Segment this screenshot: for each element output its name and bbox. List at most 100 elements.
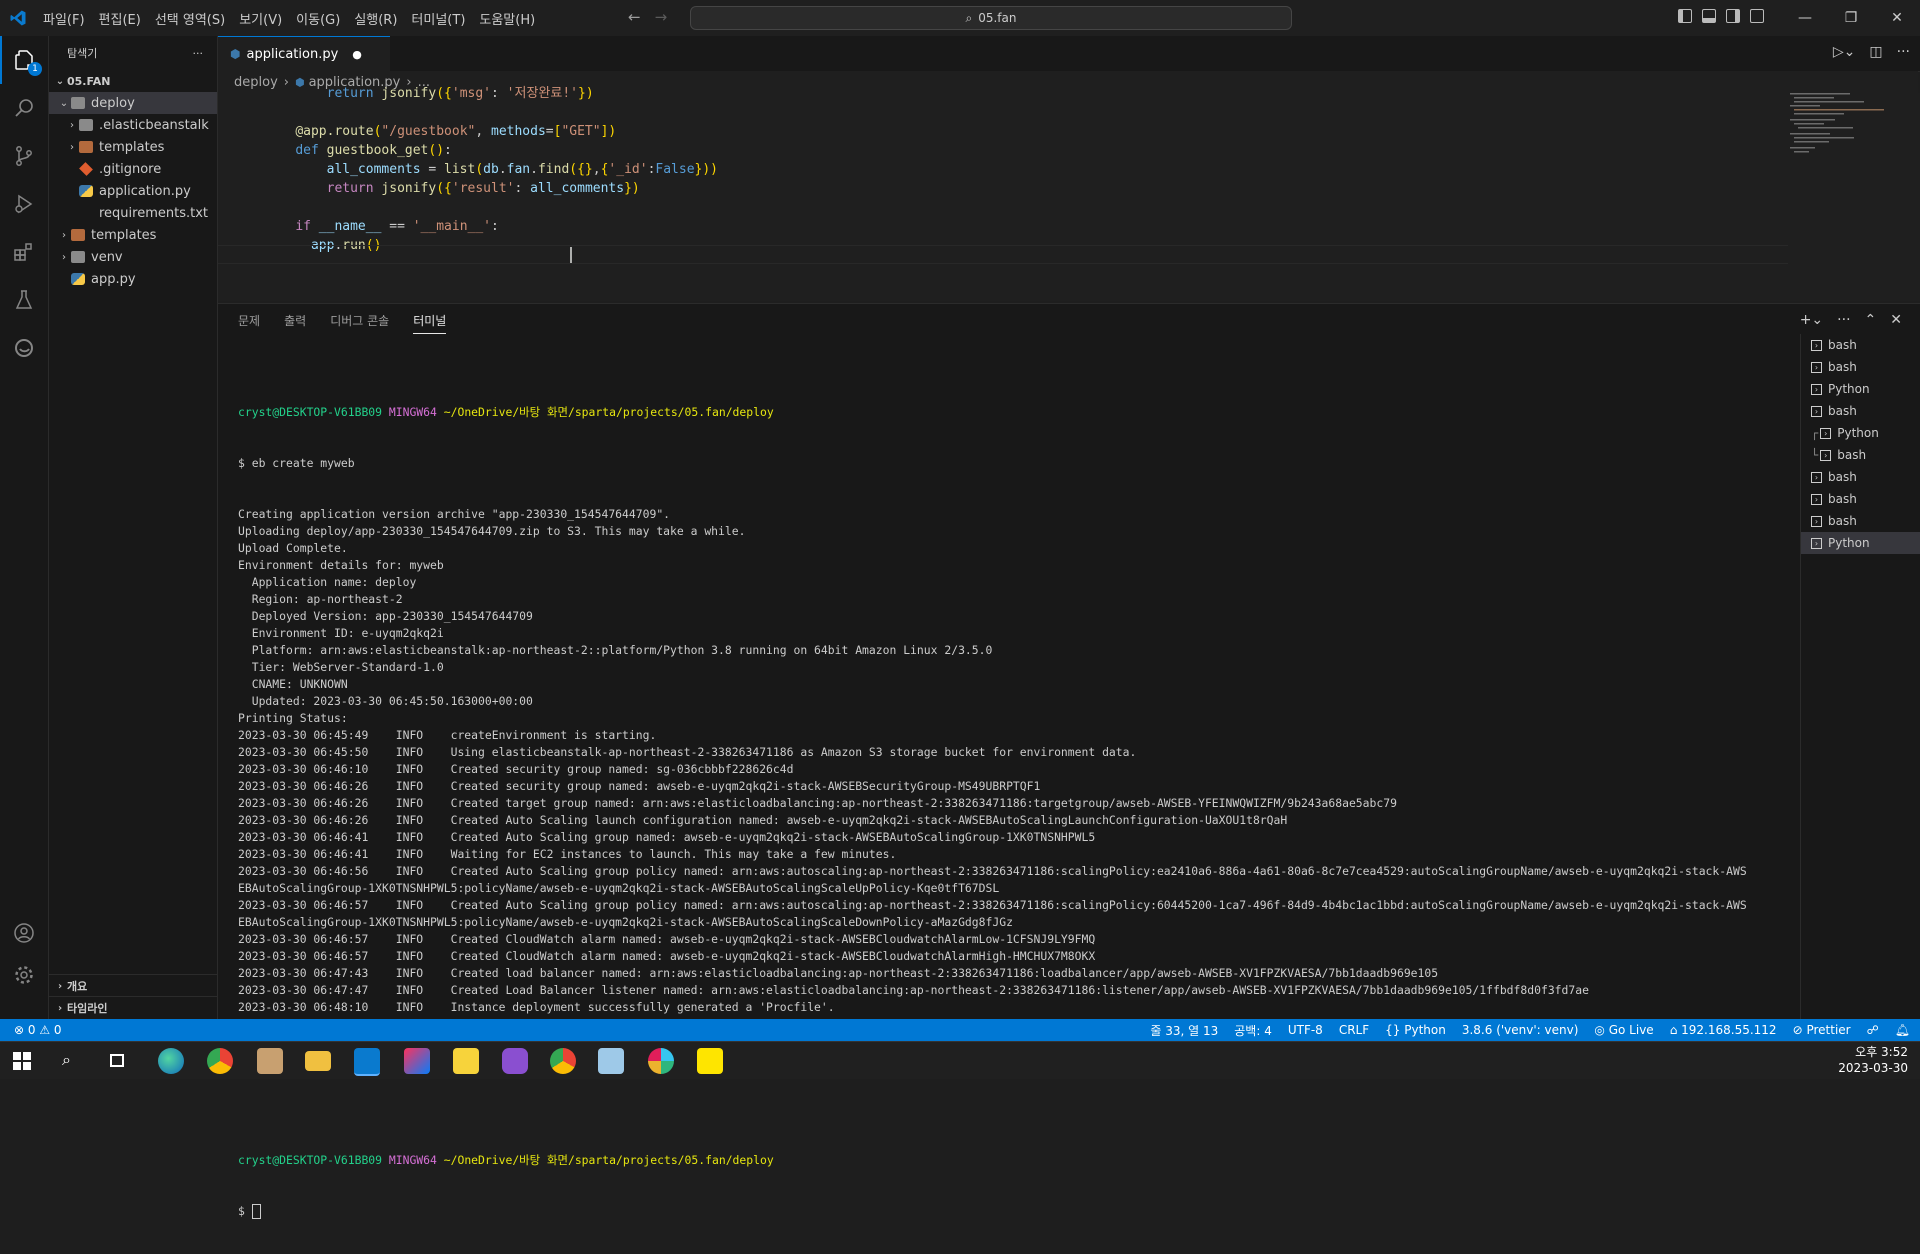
indentation[interactable]: 공백: 4 [1234,1022,1272,1039]
end-of-line[interactable]: CRLF [1339,1023,1369,1037]
notifications-bell-icon[interactable]: 🔔︎ [1895,1023,1910,1037]
intellij-icon[interactable] [404,1048,430,1074]
terminal-instance[interactable]: › bash [1801,488,1920,510]
chrome-browser-icon[interactable] [550,1048,576,1074]
tab-application-py[interactable]: ⬢ application.py ● [218,36,390,71]
app-icon[interactable] [502,1048,528,1074]
slack-icon[interactable] [648,1048,674,1074]
go-live-label: Go Live [1608,1023,1654,1037]
menu-go[interactable]: 이동(G) [289,9,347,28]
run-python-file-icon[interactable]: ▷⌄ [1833,44,1856,60]
app-icon[interactable] [257,1048,283,1074]
close-panel-icon[interactable]: ✕ [1890,312,1902,328]
toggle-panel-icon[interactable] [1702,9,1716,23]
app-icon[interactable] [598,1048,624,1074]
folder-item[interactable]: › .elasticbeanstalk [49,114,217,136]
prettier-status[interactable]: ⊘ Prettier [1793,1023,1851,1037]
problems-status[interactable]: ⊗ 0 ⚠ 0 [0,1023,62,1037]
file-item[interactable]: application.py [49,180,217,202]
command-center-search[interactable]: ⌕ 05.fan [690,6,1292,30]
maximize-panel-icon[interactable]: ⌃ [1865,312,1877,328]
terminal-instance[interactable]: ┌ › Python [1801,422,1920,444]
file-item[interactable]: app.py [49,268,217,290]
folder-item[interactable]: › templates [49,224,217,246]
source-control-icon[interactable] [0,132,48,180]
run-debug-icon[interactable] [0,180,48,228]
chrome-browser-icon[interactable] [207,1048,233,1074]
menu-help[interactable]: 도움말(H) [472,9,542,28]
testing-icon[interactable] [0,276,48,324]
terminal-instance[interactable]: └ › bash [1801,444,1920,466]
split-editor-icon[interactable]: ◫ [1869,44,1882,60]
terminal-instance[interactable]: › Python [1801,378,1920,400]
minimap[interactable] [1790,93,1910,163]
menu-selection[interactable]: 선택 영역(S) [148,9,232,28]
minimize-button[interactable]: — [1782,0,1828,36]
settings-gear-icon[interactable] [0,951,48,999]
back-arrow-icon[interactable]: ← [628,8,641,26]
more-actions-icon[interactable]: ··· [193,47,204,60]
forward-arrow-icon[interactable]: → [655,8,668,26]
folder-item[interactable]: › templates [49,136,217,158]
more-actions-icon[interactable]: ··· [1897,44,1910,60]
edge-devtools-icon[interactable] [0,324,48,372]
restore-button[interactable]: ❐ [1828,0,1874,36]
language-mode[interactable]: {} Python [1385,1023,1446,1037]
feedback-icon[interactable]: ☍ [1867,1023,1879,1037]
toggle-secondary-sidebar-icon[interactable] [1726,9,1740,23]
tab-problems[interactable]: 문제 [238,312,260,334]
tab-terminal[interactable]: 터미널 [413,312,447,334]
folder-item[interactable]: › venv [49,246,217,268]
toggle-primary-sidebar-icon[interactable] [1678,9,1692,23]
terminal-instance[interactable]: › Python [1801,532,1920,554]
chevron-right-icon: › [57,1002,63,1014]
workspace-root-label: 05.FAN [67,74,111,88]
kakaotalk-icon[interactable] [697,1048,723,1074]
edge-browser-icon[interactable] [158,1048,184,1074]
outline-section[interactable]: › 개요 [49,975,217,997]
task-view-icon[interactable] [110,1054,124,1067]
customize-layout-icon[interactable] [1750,9,1764,23]
terminal-input-line[interactable]: $ [238,1203,1798,1220]
unsaved-dot-icon[interactable]: ● [352,48,362,61]
system-clock[interactable]: 오후 3:52 2023-03-30 [1838,1044,1908,1076]
terminal-instance[interactable]: › bash [1801,400,1920,422]
ip-address[interactable]: ⌂ 192.168.55.112 [1670,1023,1777,1037]
sticky-notes-icon[interactable] [453,1048,479,1074]
search-icon[interactable] [0,84,48,132]
terminal-instance[interactable]: › bash [1801,510,1920,532]
terminal-instance[interactable]: › bash [1801,356,1920,378]
python-interpreter[interactable]: 3.8.6 ('venv': venv) [1462,1023,1579,1037]
explorer-icon[interactable]: 1 [0,36,48,84]
more-actions-icon[interactable]: ··· [1837,312,1850,328]
file-item[interactable]: .gitignore [49,158,217,180]
menu-file[interactable]: 파일(F) [36,9,92,28]
file-item[interactable]: requirements.txt [49,202,217,224]
terminal-instance[interactable]: › bash [1801,466,1920,488]
windows-start-icon[interactable] [13,1052,31,1070]
folder-item[interactable]: ⌄ deploy [49,92,217,114]
tab-debug-console[interactable]: 디버그 콘솔 [330,312,389,334]
new-terminal-icon[interactable]: +⌄ [1800,312,1823,328]
menu-run[interactable]: 실행(R) [347,9,404,28]
cursor-position[interactable]: 줄 33, 열 13 [1150,1022,1218,1039]
terminal-output[interactable]: cryst@DESKTOP-V61BB09 MINGW64 ~/OneDrive… [238,370,1798,1254]
workspace-root[interactable]: ⌄ 05.FAN [49,70,217,92]
extensions-icon[interactable] [0,228,48,276]
close-button[interactable]: ✕ [1874,0,1920,36]
tab-output[interactable]: 출력 [284,312,306,334]
menu-terminal[interactable]: 터미널(T) [404,9,472,28]
go-live-button[interactable]: ◎ Go Live [1594,1023,1653,1037]
code-editor[interactable]: return jsonify({'msg': '저장완료!'}) @app.ro… [218,86,1920,301]
account-icon[interactable] [0,909,48,957]
file-explorer-icon[interactable] [305,1051,331,1071]
taskbar-search-icon[interactable]: ⌕ [62,1050,71,1070]
timeline-section[interactable]: › 타임라인 [49,997,217,1019]
encoding[interactable]: UTF-8 [1288,1023,1323,1037]
code-token: , [475,124,491,139]
vscode-taskbar-icon[interactable] [354,1048,380,1076]
menu-edit[interactable]: 편집(E) [92,9,148,28]
text-file-icon [79,207,93,219]
terminal-instance[interactable]: › bash [1801,334,1920,356]
menu-view[interactable]: 보기(V) [232,9,289,28]
